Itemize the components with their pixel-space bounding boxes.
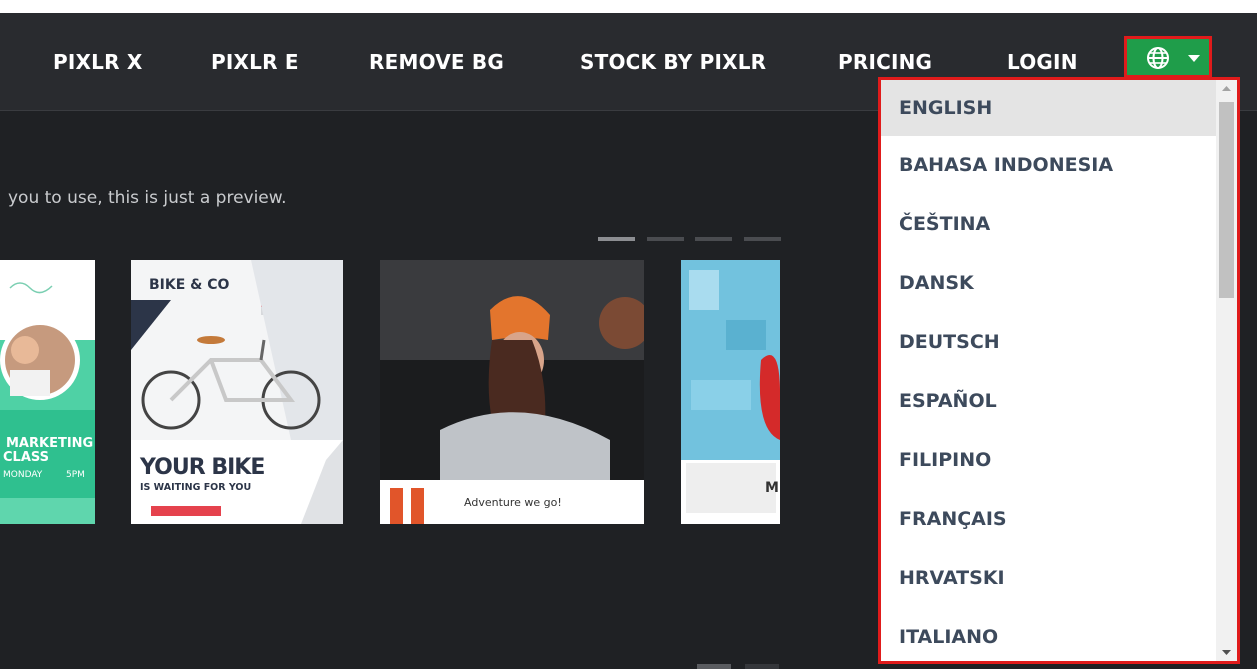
language-option-cestina[interactable]: ČEŠTINA: [881, 195, 1216, 254]
language-option-filipino[interactable]: FILIPINO: [881, 431, 1216, 490]
carousel-dot-3[interactable]: [695, 237, 732, 241]
language-option-english[interactable]: ENGLISH: [881, 80, 1216, 136]
dropdown-scrollbar[interactable]: [1216, 80, 1237, 661]
bottom-dot[interactable]: [745, 664, 779, 669]
preview-notice: you to use, this is just a preview.: [8, 188, 287, 208]
scrollbar-thumb[interactable]: [1219, 102, 1234, 298]
card-partial-text: M: [765, 480, 779, 496]
nav-remove-bg[interactable]: REMOVE BG: [369, 50, 504, 74]
language-option-bahasa-indonesia[interactable]: BAHASA INDONESIA: [881, 136, 1216, 195]
scroll-down-arrow-icon[interactable]: [1216, 643, 1237, 661]
card-text: MARKETING: [6, 436, 94, 451]
language-selector-button[interactable]: [1124, 36, 1212, 78]
nav-stock-by-pixlr[interactable]: STOCK BY PIXLR: [580, 50, 766, 74]
card-brand: BIKE & CO: [149, 277, 230, 293]
language-option-italiano[interactable]: ITALIANO: [881, 608, 1216, 661]
template-card-adventure[interactable]: Adventure we go!: [380, 260, 644, 524]
card-text: CLASS: [3, 450, 50, 465]
carousel-dot-1[interactable]: [598, 237, 635, 241]
card-text: MONDAY: [3, 470, 43, 480]
caret-down-icon: [1188, 55, 1200, 62]
card-subtext: IS WAITING FOR YOU: [140, 482, 252, 493]
card-text: 5PM: [66, 470, 85, 480]
template-card-partial[interactable]: M: [681, 260, 780, 524]
carousel-dot-4[interactable]: [744, 237, 781, 241]
nav-pricing[interactable]: PRICING: [838, 50, 932, 74]
language-option-dansk[interactable]: DANSK: [881, 254, 1216, 313]
language-dropdown: ENGLISH BAHASA INDONESIA ČEŠTINA DANSK D…: [878, 77, 1240, 664]
nav-pixlr-e[interactable]: PIXLR E: [211, 50, 299, 74]
card-caption: Adventure we go!: [464, 496, 562, 509]
language-list: ENGLISH BAHASA INDONESIA ČEŠTINA DANSK D…: [881, 80, 1216, 661]
language-option-deutsch[interactable]: DEUTSCH: [881, 313, 1216, 372]
language-option-hrvatski[interactable]: HRVATSKI: [881, 549, 1216, 608]
template-thumbnail: [0, 260, 95, 524]
globe-icon: [1147, 47, 1169, 69]
nav-pixlr-x[interactable]: PIXLR X: [53, 50, 142, 74]
template-card-marketing[interactable]: MARKETING CLASS MONDAY 5PM: [0, 260, 95, 524]
language-option-francais[interactable]: FRANÇAIS: [881, 490, 1216, 549]
top-edge: [0, 0, 1257, 13]
language-option-espanol[interactable]: ESPAÑOL: [881, 372, 1216, 431]
template-thumbnail: [380, 260, 644, 524]
carousel-dot-2[interactable]: [647, 237, 684, 241]
template-card-bike[interactable]: BIKE & CO YOUR BIKE IS WAITING FOR YOU: [131, 260, 343, 524]
card-headline: YOUR BIKE: [140, 455, 265, 480]
bottom-dot[interactable]: [697, 664, 731, 669]
nav-login[interactable]: LOGIN: [1007, 50, 1078, 74]
scroll-up-arrow-icon[interactable]: [1216, 80, 1237, 98]
